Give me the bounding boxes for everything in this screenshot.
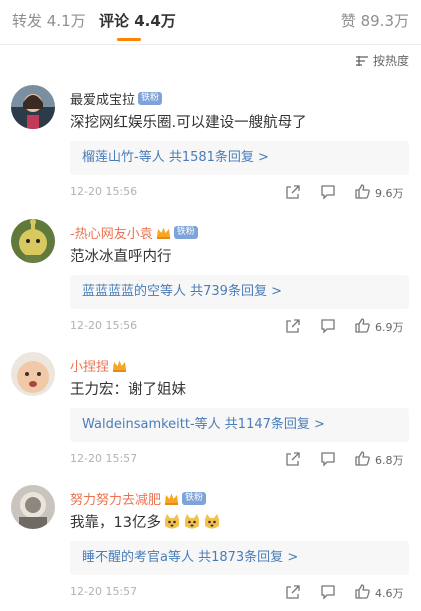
share-icon[interactable] [285, 318, 301, 334]
timestamp: 12-20 15:57 [70, 585, 138, 598]
like-count: 9.6万 [375, 187, 404, 200]
comment-icon[interactable] [320, 184, 336, 200]
share-icon[interactable] [285, 451, 301, 467]
like-icon[interactable] [354, 183, 371, 200]
replies-link[interactable]: 蓝蓝蓝蓝的空等人 共739条回复 > [70, 275, 409, 309]
username[interactable]: 努力努力去减肥 [70, 489, 161, 508]
comment-icon[interactable] [320, 451, 336, 467]
timestamp: 12-20 15:56 [70, 185, 138, 198]
comment-icon[interactable] [320, 584, 336, 600]
fan-badge: 铁粉 [138, 92, 163, 105]
crown-icon [113, 360, 127, 372]
tab-comment[interactable]: 评论 4.4万 [99, 10, 176, 31]
fan-badge: 铁粉 [182, 492, 207, 505]
avatar[interactable] [11, 352, 55, 396]
sort-by-hotness-button[interactable]: 按热度 [355, 52, 409, 69]
doge-emoji-icon [204, 513, 219, 528]
timestamp: 12-20 15:57 [70, 452, 138, 465]
replies-link[interactable]: 榴莲山竹-等人 共1581条回复 > [70, 141, 409, 175]
avatar[interactable] [11, 485, 55, 529]
comment-item: 努力努力去减肥 铁粉 我靠，13亿多 睡不醒的考官a等人 共1873条回复 > … [0, 485, 421, 608]
like-count: 4.6万 [375, 587, 404, 600]
fan-badge: 铁粉 [173, 226, 198, 239]
tab-bar: 转发 4.1万 评论 4.4万 赞 89.3万 [0, 0, 421, 45]
replies-link[interactable]: 睡不醒的考官a等人 共1873条回复 > [70, 541, 409, 575]
doge-emoji-icon [164, 513, 179, 528]
username[interactable]: 最爱成宝拉 [70, 89, 135, 108]
username[interactable]: -热心网友小袁 [70, 223, 153, 242]
crown-icon [165, 493, 179, 505]
sort-icon [355, 55, 368, 66]
tab-like[interactable]: 赞 89.3万 [341, 10, 409, 31]
doge-emoji-icon [184, 513, 199, 528]
share-icon[interactable] [285, 584, 301, 600]
avatar[interactable] [11, 219, 55, 263]
share-icon[interactable] [285, 184, 301, 200]
comment-text: 范冰冰直呼内行 [70, 249, 172, 265]
tab-repost[interactable]: 转发 4.1万 [12, 10, 86, 31]
timestamp: 12-20 15:56 [70, 319, 138, 332]
comment-text: 王力宏：谢了姐妹 [70, 382, 186, 398]
comment-text: 深挖网红娱乐圈.可以建设一艘航母了 [70, 115, 307, 131]
replies-link[interactable]: Waldeinsamkeitt-等人 共1147条回复 > [70, 408, 409, 442]
comment-text: 我靠，13亿多 [70, 511, 221, 532]
avatar[interactable] [11, 85, 55, 129]
comment-icon[interactable] [320, 318, 336, 334]
comment-item: -热心网友小袁 铁粉 范冰冰直呼内行 蓝蓝蓝蓝的空等人 共739条回复 > 12… [0, 219, 421, 342]
like-count: 6.8万 [375, 454, 404, 467]
like-icon[interactable] [354, 450, 371, 467]
crown-icon [156, 227, 170, 239]
comment-item: 最爱成宝拉 铁粉 深挖网红娱乐圈.可以建设一艘航母了 榴莲山竹-等人 共1581… [0, 85, 421, 208]
sort-label: 按热度 [372, 54, 409, 68]
like-icon[interactable] [354, 583, 371, 600]
comment-item: 小捏捏 王力宏：谢了姐妹 Waldeinsamkeitt-等人 共1147条回复… [0, 352, 421, 475]
like-icon[interactable] [354, 317, 371, 334]
active-tab-indicator [117, 38, 141, 41]
like-count: 6.9万 [375, 321, 404, 334]
username[interactable]: 小捏捏 [70, 356, 109, 375]
